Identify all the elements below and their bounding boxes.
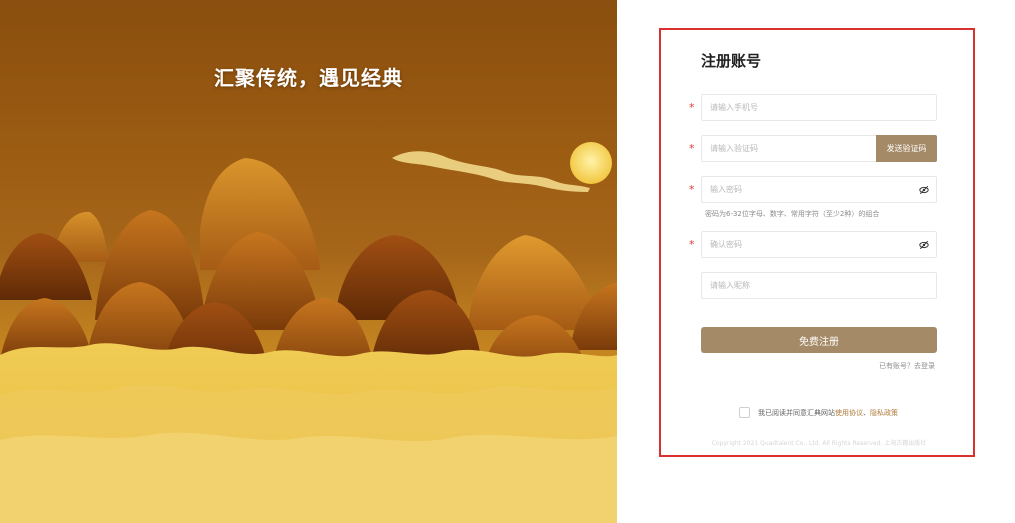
privacy-link[interactable]: 隐私政策 [870,408,898,418]
register-submit-button[interactable]: 免费注册 [701,327,937,353]
send-code-button[interactable]: 发送验证码 [876,135,937,162]
nickname-field [701,272,937,299]
moon-shape [570,142,612,184]
hero-illustration: 汇聚传统，遇见经典 [0,0,617,523]
register-panel: 注册账号 * * 发送验证码 * 密码为6-32位字母、数字、常用字符（至少2种… [659,28,975,457]
agree-checkbox[interactable] [739,407,750,418]
confirm-password-input[interactable] [702,232,936,257]
code-input[interactable] [702,136,878,161]
cloud-sea-3 [0,432,617,523]
cloud-shape [392,151,590,192]
register-title: 注册账号 [701,52,762,70]
hero-slogan: 汇聚传统，遇见经典 [214,66,403,90]
terms-link[interactable]: 使用协议 [835,408,863,418]
agree-separator: 、 [863,408,870,417]
confirm-password-field [701,231,937,258]
eye-off-icon[interactable] [919,185,929,195]
phone-field [701,94,937,121]
eye-off-icon[interactable] [919,240,929,250]
required-mark: * [689,101,695,114]
login-prompt: 已有账号？去登录 [879,361,935,371]
password-input[interactable] [702,177,936,202]
has-account-text: 已有账号？ [879,362,914,370]
required-mark: * [689,142,695,155]
agree-text: 我已阅读并同意汇典网站 [758,408,835,417]
phone-input[interactable] [702,95,936,120]
password-hint: 密码为6-32位字母、数字、常用字符（至少2种）的组合 [705,210,880,218]
nickname-input[interactable] [702,273,936,298]
required-mark: * [689,183,695,196]
agreement-row: 我已阅读并同意汇典网站 使用协议、隐私政策 [739,407,898,418]
password-field [701,176,937,203]
code-field: 发送验证码 [701,135,937,162]
login-link[interactable]: 去登录 [914,362,935,370]
copyright-text: Copyright 2021 Quadtalent Co., Ltd. All … [711,440,927,447]
required-mark: * [689,238,695,251]
